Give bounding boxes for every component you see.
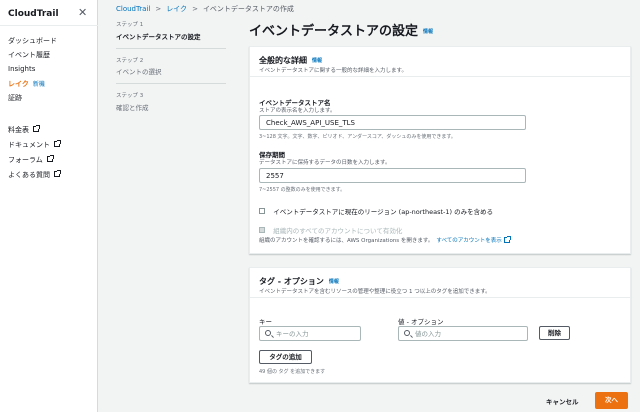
sidebar-item-dashboard[interactable]: ダッシュボード (8, 36, 57, 46)
step-2-name: イベントの選択 (116, 68, 162, 76)
step-1-label: ステップ 1 (116, 22, 144, 28)
region-checkbox[interactable] (259, 208, 265, 214)
breadcrumb: CloudTrail > レイク > イベントデータストアの作成 (116, 4, 294, 14)
external-link-icon (46, 155, 54, 162)
panel-title-text: タグ - オプション (259, 277, 324, 286)
external-link-icon (54, 170, 61, 177)
page-title: イベントデータストアの設定 情報 (249, 20, 433, 39)
breadcrumb-lake[interactable]: レイク (166, 5, 187, 13)
tags-panel: タグ - オプション 情報 イベントデータストアを含むリソースの管理や整理に役立つ… (249, 267, 631, 383)
panel-header: タグ - オプション 情報 イベントデータストアを含むリソースの管理や整理に役立つ… (250, 268, 630, 298)
org-description: 組織のアカウントを確認するには、AWS Organizations を開きます。… (259, 236, 511, 244)
chevron-right-icon: > (155, 5, 162, 13)
cancel-button[interactable]: キャンセル (546, 396, 579, 406)
sidebar-divider (0, 25, 98, 26)
search-icon (404, 330, 410, 336)
panel-description: イベントデータストアを含むリソースの管理や整理に役立つ 1 つ以上のタグを追加で… (259, 289, 491, 295)
sidebar-item-insights[interactable]: Insights (8, 65, 35, 73)
tag-value-field[interactable] (398, 326, 528, 341)
sidebar-link-forums[interactable]: フォーラム (8, 155, 54, 165)
retention-description: データストアに保持するデータの日数を入力します。 (259, 160, 391, 166)
sidebar-link-label: 料金表 (8, 126, 29, 134)
step-2-label: ステップ 2 (116, 58, 144, 64)
name-description: ストアの表示名を入力します。 (259, 108, 336, 114)
external-link-icon (503, 236, 511, 243)
sidebar-link-faq[interactable]: よくある質問 (8, 170, 61, 180)
panel-title: 全般的な詳細 情報 (259, 55, 322, 66)
general-details-panel: 全般的な詳細 情報 イベントデータストアに関する一般的な詳細を入力します。 イベン… (249, 46, 631, 254)
step-3-name: 確認と作成 (116, 104, 149, 112)
sidebar-item-label: レイク (8, 80, 29, 88)
tag-key-field[interactable] (259, 326, 361, 341)
sidebar-item-event-history[interactable]: イベント履歴 (8, 50, 50, 60)
remove-tag-button[interactable]: 削除 (539, 326, 570, 340)
search-icon (265, 330, 271, 336)
sidebar-item-lake[interactable]: レイク 新機 (8, 79, 45, 89)
page-title-text: イベントデータストアの設定 (249, 24, 419, 39)
add-tag-button[interactable]: タグの追加 (259, 350, 312, 364)
panel-title-text: 全般的な詳細 (259, 56, 307, 65)
external-link-icon (33, 125, 40, 132)
name-hint: 3~128 文字。文字、数字、ピリオド、アンダースコア、ダッシュのみを使用できま… (259, 134, 456, 140)
sidebar-title[interactable]: CloudTrail (8, 9, 59, 19)
side-navigation: CloudTrail ✕ ダッシュボード イベント履歴 Insights レイク… (0, 0, 98, 412)
org-checkbox-label: 組織内のすべてのアカウントについて有効化 (273, 227, 403, 235)
step-divider (116, 83, 226, 84)
event-data-store-name-input[interactable] (259, 115, 526, 130)
sidebar-link-label: フォーラム (8, 156, 43, 164)
sidebar-item-trails[interactable]: 証跡 (8, 93, 22, 103)
step-1-name: イベントデータストアの設定 (116, 33, 201, 41)
close-icon[interactable]: ✕ (78, 7, 87, 18)
tag-remaining-count: 49 個の タグ を追加できます (259, 369, 326, 375)
panel-header: 全般的な詳細 情報 イベントデータストアに関する一般的な詳細を入力します。 (250, 47, 630, 77)
sidebar-link-label: よくある質問 (8, 171, 50, 179)
panel-description: イベントデータストアに関する一般的な詳細を入力します。 (259, 68, 407, 74)
retention-hint: 7~2557 の整数のみを使用できます。 (259, 187, 346, 193)
breadcrumb-current: イベントデータストアの作成 (202, 5, 294, 13)
org-description-text: 組織のアカウントを確認するには、AWS Organizations を開きます。 (259, 238, 434, 244)
info-link[interactable]: 情報 (329, 279, 339, 285)
chevron-right-icon: > (192, 5, 198, 13)
org-checkbox-row: 組織内のすべてのアカウントについて有効化 (259, 225, 402, 235)
step-3-label: ステップ 3 (116, 93, 144, 99)
sidebar-link-pricing[interactable]: 料金表 (8, 125, 40, 135)
tag-key-label: キー (259, 318, 272, 326)
sidebar-link-label: ドキュメント (8, 141, 50, 149)
step-divider (116, 48, 226, 49)
tag-key-input[interactable] (276, 329, 356, 339)
region-checkbox-label: イベントデータストアに現在のリージョン (ap-northeast-1) のみを… (273, 208, 494, 216)
external-link-icon (54, 140, 61, 147)
panel-title: タグ - オプション 情報 (259, 276, 339, 287)
breadcrumb-cloudtrail[interactable]: CloudTrail (116, 5, 150, 13)
info-link[interactable]: 情報 (312, 58, 322, 64)
new-badge: 新機 (32, 81, 45, 88)
sidebar-link-documentation[interactable]: ドキュメント (8, 140, 61, 150)
tag-value-input[interactable] (415, 329, 523, 339)
region-checkbox-row[interactable]: イベントデータストアに現在のリージョン (ap-northeast-1) のみを… (259, 206, 493, 216)
next-button[interactable]: 次へ (595, 392, 628, 409)
org-checkbox (259, 227, 265, 233)
info-link[interactable]: 情報 (423, 29, 433, 35)
tag-value-label: 値 - オプション (398, 318, 444, 326)
retention-period-input[interactable] (259, 168, 526, 183)
view-all-accounts-link[interactable]: すべてのアカウントを表示 (436, 238, 501, 244)
